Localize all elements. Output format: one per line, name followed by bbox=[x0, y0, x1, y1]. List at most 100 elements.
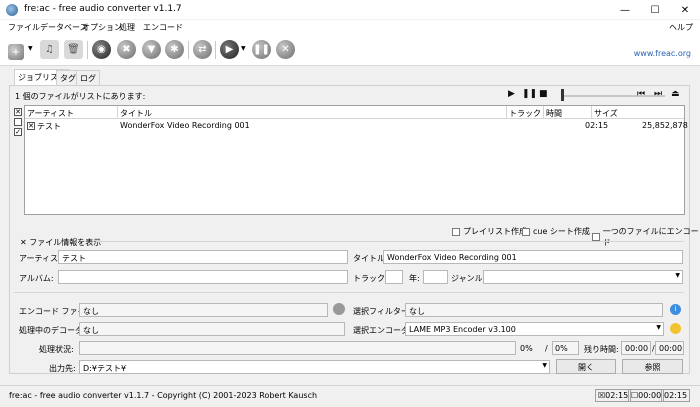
app-logo-icon bbox=[6, 4, 18, 16]
total-time: 02:15 bbox=[661, 389, 691, 402]
selected-time-value: 02:15 bbox=[605, 391, 629, 400]
pause-icon[interactable]: ❚❚ bbox=[252, 40, 271, 59]
create-playlist-option[interactable]: プレイリスト作成 bbox=[452, 226, 527, 237]
show-fileinfo-label: ファイル情報を表示 bbox=[29, 238, 102, 247]
divider bbox=[96, 241, 684, 242]
single-file-label: 一つのファイルにエンコード bbox=[602, 227, 699, 247]
progress-label: 処理状況: bbox=[39, 345, 74, 354]
toolbar: + ▼ ♫ 🗑 ◉ ✖ ▼ ✱ ⇄ ▶ ▼ ❚❚ ✕ bbox=[0, 35, 700, 66]
single-file-checkbox[interactable] bbox=[592, 233, 600, 241]
column-title[interactable]: タイトル bbox=[118, 106, 507, 119]
add-dropdown-arrow-icon[interactable]: ▼ bbox=[28, 45, 33, 52]
selected-time: ☒02:15 bbox=[595, 389, 632, 402]
artist-input[interactable]: テスト bbox=[58, 250, 348, 264]
row-artist: テスト bbox=[37, 122, 61, 131]
output-dropdown-arrow-icon[interactable]: ▼ bbox=[542, 362, 547, 369]
cddb-query-icon[interactable]: ◉ bbox=[92, 40, 111, 59]
progress-percent: 0% bbox=[520, 344, 533, 353]
menu-encode[interactable]: エンコード bbox=[143, 22, 183, 33]
column-time[interactable]: 時間 bbox=[544, 106, 592, 119]
freac-website-link[interactable]: www.freac.org bbox=[634, 49, 691, 58]
genre-select[interactable]: ▼ bbox=[483, 270, 683, 284]
file-list[interactable]: アーティスト タイトル トラック 時間 サイズ ✕ テスト WonderFox … bbox=[24, 105, 688, 215]
total-time-field: 00:00 bbox=[655, 341, 684, 355]
filter-info-icon[interactable]: i bbox=[670, 304, 681, 315]
eject-icon[interactable]: ⏏ bbox=[671, 89, 680, 99]
menu-file[interactable]: ファイル bbox=[8, 22, 40, 33]
column-size[interactable]: サイズ bbox=[592, 106, 684, 119]
decoder-field: なし bbox=[79, 322, 345, 336]
maximize-button[interactable]: ☐ bbox=[640, 0, 670, 20]
encoder-label: 選択エンコーダ: bbox=[353, 326, 412, 335]
menu-help[interactable]: ヘルプ bbox=[669, 22, 693, 33]
progress-separator: / bbox=[545, 344, 548, 353]
encode-dropdown-arrow-icon[interactable]: ▼ bbox=[241, 45, 246, 52]
create-cue-label: cue シート作成 bbox=[533, 227, 590, 236]
stop-icon[interactable]: ✕ bbox=[276, 40, 295, 59]
track-label: トラック: bbox=[353, 274, 388, 283]
encode-file-field: なし bbox=[79, 303, 328, 317]
create-playlist-checkbox[interactable] bbox=[452, 227, 460, 236]
title-input[interactable]: WonderFox Video Recording 001 bbox=[383, 250, 683, 264]
output-folder-select[interactable]: D:¥テスト¥ ▼ bbox=[79, 360, 550, 374]
single-file-option[interactable]: 一つのファイルにエンコード bbox=[592, 226, 700, 248]
encoder-config-icon[interactable] bbox=[670, 323, 681, 334]
start-encode-icon[interactable]: ▶ bbox=[220, 40, 239, 59]
select-none-checkbox[interactable] bbox=[14, 118, 22, 126]
open-folder-button[interactable]: 開く bbox=[556, 359, 616, 374]
remove-file-icon[interactable]: 🗑 bbox=[64, 40, 83, 59]
decoder-label: 処理中のデコーダ: bbox=[19, 326, 86, 335]
pause-playback-icon[interactable]: ❚❚ bbox=[522, 89, 537, 99]
share-icon[interactable]: ⇄ bbox=[193, 40, 212, 59]
cddb-submit-icon[interactable]: ✖ bbox=[117, 40, 136, 59]
column-artist[interactable]: アーティスト bbox=[25, 106, 118, 119]
select-all-checkbox[interactable]: ✕ bbox=[14, 108, 22, 116]
menu-process[interactable]: 処理 bbox=[119, 22, 135, 33]
status-text: fre:ac - free audio converter v1.1.7 - C… bbox=[9, 391, 318, 400]
show-fileinfo-toggle[interactable]: ✕ ファイル情報を表示 bbox=[20, 237, 101, 248]
album-input[interactable] bbox=[58, 270, 348, 284]
encoder-dropdown-arrow-icon[interactable]: ▼ bbox=[656, 324, 661, 331]
next-track-icon[interactable]: ⏭ bbox=[654, 89, 662, 99]
playback-slider[interactable] bbox=[563, 95, 665, 97]
add-files-icon[interactable]: + bbox=[8, 44, 24, 60]
create-cue-checkbox[interactable] bbox=[522, 227, 530, 236]
encoder-select-value: LAME MP3 Encoder v3.100 bbox=[409, 325, 516, 334]
row-size: 25,852,878 bbox=[642, 121, 688, 130]
toggle-selection-checkbox[interactable]: ✓ bbox=[14, 128, 22, 136]
output-folder-value: D:¥テスト¥ bbox=[83, 364, 127, 373]
remaining-time-field: 00:00 bbox=[621, 341, 651, 355]
divider bbox=[14, 292, 684, 293]
playback-slider-thumb[interactable] bbox=[561, 89, 564, 101]
play-icon[interactable]: ▶ bbox=[508, 89, 515, 99]
filter-field: なし bbox=[405, 303, 663, 317]
menu-options[interactable]: オプション bbox=[82, 22, 122, 33]
column-track[interactable]: トラック bbox=[507, 106, 544, 119]
year-input[interactable] bbox=[423, 270, 448, 284]
genre-label: ジャンル: bbox=[451, 274, 486, 283]
create-cue-option[interactable]: cue シート作成 bbox=[522, 226, 590, 237]
remaining-label: 残り時間: bbox=[584, 345, 619, 354]
menu-database[interactable]: データベース bbox=[40, 22, 88, 33]
total-percent: 0% bbox=[555, 344, 568, 353]
menu-bar: ファイル データベース オプション 処理 エンコード ヘルプ bbox=[0, 20, 700, 35]
close-button[interactable]: ✕ bbox=[670, 0, 700, 20]
unselected-time: ☐00:00 bbox=[628, 389, 665, 402]
tab-log[interactable]: ログ bbox=[76, 70, 100, 85]
filter-icon[interactable]: ▼ bbox=[142, 40, 161, 59]
encoder-select[interactable]: LAME MP3 Encoder v3.100 ▼ bbox=[405, 322, 664, 336]
genre-dropdown-arrow-icon[interactable]: ▼ bbox=[675, 272, 680, 279]
settings-gear-icon[interactable]: ✱ bbox=[165, 40, 184, 59]
row-title: WonderFox Video Recording 001 bbox=[120, 121, 250, 130]
previous-track-icon[interactable]: ⏮ bbox=[637, 89, 645, 99]
browse-button[interactable]: 参照 bbox=[622, 359, 683, 374]
cover-art-icon[interactable] bbox=[333, 303, 345, 315]
album-label: アルバム: bbox=[19, 274, 54, 283]
row-checkbox[interactable]: ✕ bbox=[27, 122, 35, 130]
minimize-button[interactable]: — bbox=[610, 0, 640, 20]
stop-playback-icon[interactable]: ■ bbox=[539, 89, 548, 99]
add-audio-cd-icon[interactable]: ♫ bbox=[40, 40, 59, 59]
track-input[interactable] bbox=[385, 270, 403, 284]
table-row[interactable]: ✕ テスト WonderFox Video Recording 001 02:1… bbox=[25, 120, 688, 132]
create-playlist-label: プレイリスト作成 bbox=[463, 227, 527, 236]
